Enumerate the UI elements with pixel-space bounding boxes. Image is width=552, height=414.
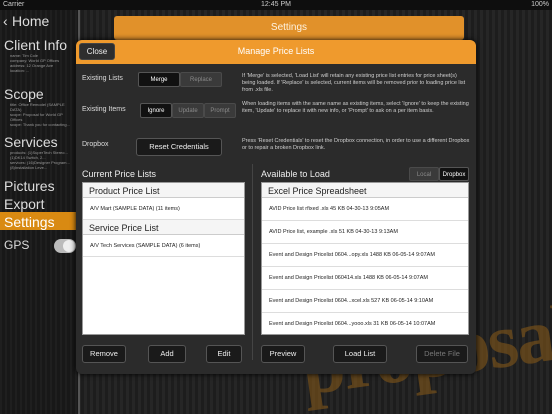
existing-lists-label: Existing Lists: [82, 75, 123, 82]
remove-button[interactable]: Remove: [82, 345, 126, 363]
list-item[interactable]: Event and Design Pricelist 060414.xls 14…: [262, 267, 468, 290]
current-price-lists-label: Current Price Lists: [82, 169, 157, 179]
local-source-option[interactable]: Local: [409, 167, 439, 181]
available-files-table: Excel Price Spreadsheet AVID Price list …: [261, 182, 469, 335]
list-item[interactable]: A/V Tech Services (SAMPLE DATA) (6 items…: [83, 235, 244, 257]
status-time: 12:45 PM: [261, 1, 291, 8]
battery-label: 100%: [531, 1, 549, 8]
sidebar-item-scope[interactable]: Scope: [4, 86, 44, 102]
update-option[interactable]: Update: [172, 103, 204, 118]
modal-title: Manage Price Lists: [237, 46, 315, 56]
list-item[interactable]: Event and Design Pricelist 0604...opy.xl…: [262, 244, 468, 267]
client-info-line: location: ...: [10, 68, 30, 73]
product-price-list-header: Product Price List: [83, 183, 244, 198]
edit-button[interactable]: Edit: [206, 345, 242, 363]
list-item[interactable]: Event and Design Pricelist 0604...yooo.x…: [262, 313, 468, 334]
sidebar-item-settings[interactable]: Settings: [4, 214, 55, 230]
dropbox-label: Dropbox: [82, 141, 109, 148]
sidebar-item-export[interactable]: Export: [4, 196, 44, 212]
sidebar-item-gps: GPS: [4, 238, 30, 252]
excel-price-spreadsheet-header: Excel Price Spreadsheet: [262, 183, 468, 198]
available-to-load-label: Available to Load: [261, 169, 330, 179]
service-price-list-header: Service Price List: [83, 220, 244, 235]
list-item[interactable]: Event and Design Pricelist 0604...xcel.x…: [262, 290, 468, 313]
sidebar-item-client-info[interactable]: Client Info: [4, 37, 67, 53]
load-list-button[interactable]: Load List: [333, 345, 387, 363]
sidebar-item-pictures[interactable]: Pictures: [4, 178, 55, 194]
column-separator: [252, 164, 253, 360]
close-button[interactable]: Close: [79, 43, 115, 60]
list-item[interactable]: AVID Price list rfixed .xls 45 KB 04-30-…: [262, 198, 468, 221]
prompt-option[interactable]: Prompt: [204, 103, 236, 118]
services-details: products: (1)SuperTech Stereo... (1)DK14…: [10, 150, 76, 170]
merge-option[interactable]: Merge: [138, 72, 180, 87]
services-line: (8)Installation Leve...: [10, 165, 48, 170]
scope-details: title: Office Remodel (SAMPLE DATA) scop…: [10, 102, 76, 127]
scope-line: scope: Thank you for contacting...: [10, 122, 70, 127]
existing-items-label: Existing Items: [82, 106, 126, 113]
scope-line: title: Office Remodel (SAMPLE DATA): [10, 102, 65, 112]
status-bar: Carrier 12:45 PM 100%: [0, 0, 552, 10]
replace-option[interactable]: Replace: [180, 72, 222, 87]
reset-credentials-button[interactable]: Reset Credentials: [136, 138, 222, 156]
preview-button[interactable]: Preview: [261, 345, 305, 363]
scope-line: scope: Proposal for World GP Offices: [10, 112, 63, 122]
ignore-option[interactable]: Ignore: [140, 103, 172, 118]
existing-lists-description: If 'Merge' is selected, 'Load List' will…: [242, 73, 466, 93]
existing-items-description: When loading items with the same name as…: [242, 101, 469, 114]
dropbox-description: Press 'Reset Credentials' to reset the D…: [242, 138, 470, 151]
list-item[interactable]: AVID Price list, example .xls 51 KB 04-3…: [262, 221, 468, 244]
back-chevron-icon[interactable]: ‹: [3, 13, 8, 29]
gps-toggle[interactable]: [54, 239, 76, 253]
settings-title-bar: Settings: [114, 16, 464, 40]
delete-file-button[interactable]: Delete File: [416, 345, 468, 363]
dropbox-source-option[interactable]: Dropbox: [439, 167, 469, 181]
sidebar-item-services[interactable]: Services: [4, 134, 58, 150]
add-button[interactable]: Add: [148, 345, 186, 363]
list-item[interactable]: A/V Mart (SAMPLE DATA) (11 items): [83, 198, 244, 220]
home-button[interactable]: Home: [12, 13, 49, 29]
client-info-details: name: Tim Cole company: World GP Offices…: [10, 53, 76, 73]
current-price-lists-table: Product Price List A/V Mart (SAMPLE DATA…: [82, 182, 245, 335]
manage-price-lists-modal: Manage Price Lists Close Existing Lists …: [76, 40, 476, 374]
